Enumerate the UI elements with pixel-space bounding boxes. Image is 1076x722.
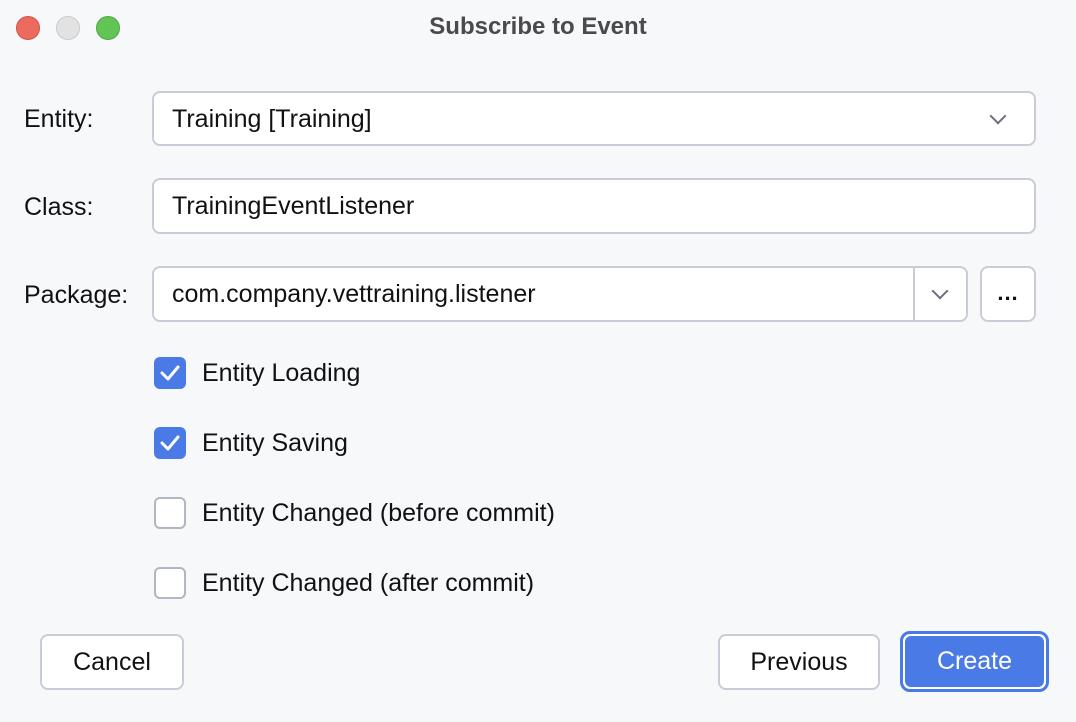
entity-label: Entity: bbox=[24, 105, 94, 133]
package-label: Package: bbox=[24, 281, 129, 309]
package-value: com.company.vettraining.listener bbox=[172, 280, 536, 308]
ellipsis-icon: ... bbox=[997, 280, 1019, 305]
combobox-divider bbox=[913, 268, 915, 320]
class-label: Class: bbox=[24, 193, 94, 221]
create-button[interactable]: Create bbox=[900, 631, 1049, 692]
entity-changed-after-commit-checkbox[interactable] bbox=[154, 567, 186, 599]
checkmark-icon bbox=[160, 435, 180, 451]
chevron-down-icon[interactable] bbox=[931, 282, 949, 300]
chevron-down-icon bbox=[989, 107, 1007, 125]
entity-value: Training [Training] bbox=[172, 105, 372, 133]
package-combobox[interactable]: com.company.vettraining.listener bbox=[152, 266, 968, 322]
class-value: TrainingEventListener bbox=[172, 192, 415, 220]
create-button-label: Create bbox=[905, 636, 1044, 687]
entity-saving-checkbox[interactable] bbox=[154, 427, 186, 459]
cancel-button[interactable]: Cancel bbox=[40, 634, 184, 690]
dialog-title: Subscribe to Event bbox=[429, 13, 647, 40]
entity-select[interactable]: Training [Training] bbox=[152, 91, 1036, 146]
class-input[interactable]: TrainingEventListener bbox=[152, 178, 1036, 234]
entity-changed-before-commit-checkbox[interactable] bbox=[154, 497, 186, 529]
checkmark-icon bbox=[160, 365, 180, 381]
previous-button[interactable]: Previous bbox=[718, 634, 880, 690]
entity-loading-checkbox[interactable] bbox=[154, 357, 186, 389]
dialog-window: Subscribe to Event Entity: Training [Tra… bbox=[0, 0, 1076, 722]
entity-loading-label[interactable]: Entity Loading bbox=[202, 358, 360, 388]
entity-changed-after-commit-label[interactable]: Entity Changed (after commit) bbox=[202, 568, 534, 598]
entity-changed-before-commit-label[interactable]: Entity Changed (before commit) bbox=[202, 498, 555, 528]
browse-package-button[interactable]: ... bbox=[980, 266, 1036, 322]
entity-saving-label[interactable]: Entity Saving bbox=[202, 428, 348, 458]
